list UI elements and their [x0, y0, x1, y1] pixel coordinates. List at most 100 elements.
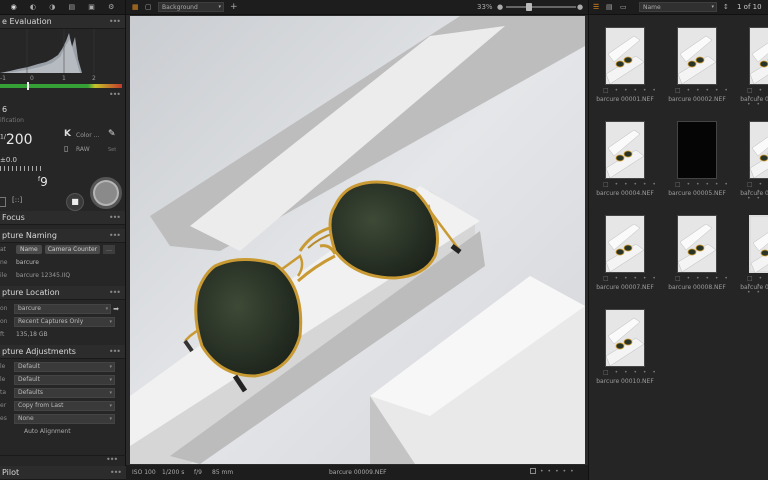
recent-captures-select[interactable]: Recent Captures Only ▾	[14, 316, 115, 327]
color-tab-icon[interactable]: ◑	[49, 3, 55, 11]
thumbnail-image[interactable]	[677, 27, 717, 85]
adjust-select[interactable]: None ▾	[14, 413, 115, 424]
zoom-slider[interactable]	[506, 3, 576, 11]
select-value: Copy from Last	[18, 402, 64, 409]
viewer-toolbar: ▦ ▢ Background ▾ + 33% ● ●	[126, 0, 588, 15]
rating-stars[interactable]: □ • • • • •	[675, 275, 730, 282]
thumbnail-image[interactable]	[605, 309, 645, 367]
capture-button[interactable]	[90, 177, 122, 209]
rating-stars[interactable]: □ • • • • •	[675, 181, 730, 188]
settings-tab-icon[interactable]: ⚙	[108, 3, 114, 11]
space-row: ft 135,18 GB	[0, 328, 125, 341]
ev-readout[interactable]: ±0.0	[0, 156, 17, 164]
details-tab-icon[interactable]: ▤	[68, 3, 75, 11]
adjust-select[interactable]: Default ▾	[14, 361, 115, 372]
capture-pilot-header[interactable]: Pilot •••	[0, 466, 126, 480]
thumbnail-image[interactable]	[605, 121, 645, 179]
zoom-in-icon[interactable]: ●	[577, 3, 583, 11]
sort-direction-icon[interactable]: ↕	[723, 3, 729, 11]
more-icon[interactable]: •••	[109, 347, 125, 356]
histogram-graph	[0, 29, 95, 73]
sort-select[interactable]: Name ▾	[639, 2, 717, 12]
add-layer-icon[interactable]: +	[230, 2, 238, 12]
camera-tab-icon[interactable]: ◉	[11, 3, 17, 11]
kelvin-icon: K	[64, 129, 71, 139]
thumbnail-image[interactable]	[677, 121, 717, 179]
capture-location-title: pture Location	[2, 288, 60, 297]
thumbnail-filename: barcure 00003.NEF	[740, 96, 768, 103]
list-view-icon[interactable]: ☰	[593, 3, 599, 11]
location-row: on barcure ▾ ➡	[0, 302, 125, 315]
iso-readout: ISO 100	[132, 469, 156, 476]
set-label[interactable]: Set	[108, 147, 116, 153]
meter-marker	[27, 82, 29, 90]
adjust-select[interactable]: Copy from Last ▾	[14, 400, 115, 411]
shutter-info: 1/200 s	[162, 469, 185, 476]
viewer: ▦ ▢ Background ▾ + 33% ● ● ISO 100 1/200…	[126, 0, 588, 480]
auto-alignment-checkbox[interactable]: Auto Alignment	[24, 428, 71, 435]
more-icon[interactable]: •••	[109, 288, 125, 297]
lens-tab-icon[interactable]: ◐	[30, 3, 36, 11]
naming-more-button[interactable]: ...	[103, 245, 115, 254]
rating-stars[interactable]: □ • • • • •	[675, 87, 730, 94]
more-icon[interactable]: •••	[106, 455, 122, 464]
video-button[interactable]: ■	[66, 193, 84, 211]
single-view-icon[interactable]: ▢	[145, 3, 152, 11]
chevron-down-icon: ▾	[109, 402, 112, 409]
adjust-select[interactable]: Default ▾	[14, 374, 115, 385]
row-label: le	[0, 363, 6, 370]
raw-label[interactable]: RAW	[76, 146, 90, 153]
thumbnail-image[interactable]	[749, 27, 768, 85]
camera-header[interactable]: •••	[0, 89, 125, 99]
grid-view-icon[interactable]: ▤	[606, 3, 613, 11]
more-icon[interactable]: •••	[109, 90, 125, 99]
adjust-select[interactable]: Defaults ▾	[14, 387, 115, 398]
thumbnail-image[interactable]	[749, 121, 768, 179]
thumbnail-image[interactable]	[749, 215, 768, 274]
zoom-icon[interactable]: ●	[497, 3, 503, 11]
more-icon[interactable]: •••	[110, 468, 126, 477]
metadata-tab-icon[interactable]: ▣	[88, 3, 95, 11]
tool-tabs: ◉ ◐ ◑ ▤ ▣ ⚙	[0, 0, 125, 15]
shutter-readout[interactable]: 1/200	[0, 132, 33, 148]
more-icon[interactable]: •••	[109, 17, 125, 26]
more-icon[interactable]: •••	[109, 231, 125, 240]
thumbnail-image[interactable]	[677, 215, 717, 273]
rating-stars[interactable]: •••••	[540, 468, 578, 475]
af-button[interactable]	[0, 197, 6, 207]
capture-pilot-title: Pilot	[2, 468, 20, 477]
exposure-evaluation-title: e Evaluation	[2, 17, 52, 26]
page-indicator: 1 of 10	[737, 3, 762, 11]
focus-frame-button[interactable]: [::]	[12, 196, 22, 204]
token-camera-counter[interactable]: Camera Counter	[44, 245, 101, 254]
color-label[interactable]: Color ...	[76, 132, 99, 139]
arrow-right-icon[interactable]: ➡	[113, 305, 119, 313]
layer-select[interactable]: Background ▾	[158, 2, 224, 12]
aperture-readout[interactable]: f9	[38, 175, 48, 189]
zoom-slider-handle[interactable]	[526, 3, 532, 11]
token-name[interactable]: Name	[16, 245, 42, 254]
grid-view-icon[interactable]: ▦	[132, 3, 139, 11]
capture-location-header[interactable]: pture Location •••	[0, 286, 125, 300]
row-label: le	[0, 376, 6, 383]
auto-align-row: Auto Alignment	[0, 425, 125, 438]
eyedropper-icon[interactable]: ✎	[108, 129, 116, 139]
thumbnail-image[interactable]	[605, 215, 645, 273]
location-select[interactable]: barcure ▾	[14, 303, 112, 314]
focus-header[interactable]: Focus •••	[0, 211, 125, 225]
more-icon[interactable]: •••	[109, 213, 125, 222]
capture-adjustments-header[interactable]: pture Adjustments •••	[0, 345, 125, 359]
rating-stars[interactable]: □ • • • • •	[603, 87, 658, 94]
capture-naming-header[interactable]: pture Naming •••	[0, 229, 125, 243]
select-checkbox[interactable]	[530, 468, 536, 474]
thumbnail-image[interactable]	[605, 27, 645, 85]
rating-stars[interactable]: □ • • • • •	[603, 275, 658, 282]
aperture-info: f/9	[194, 469, 202, 476]
select-value: Default	[18, 363, 40, 370]
naming-name-value[interactable]: barcure	[16, 259, 39, 266]
filmstrip-icon[interactable]: ▭	[620, 3, 627, 11]
rating-stars[interactable]: □ • • • • •	[603, 369, 658, 376]
zoom-level[interactable]: 33%	[477, 3, 493, 11]
rating-stars[interactable]: □ • • • • •	[603, 181, 658, 188]
exposure-evaluation-header[interactable]: e Evaluation •••	[0, 15, 125, 29]
